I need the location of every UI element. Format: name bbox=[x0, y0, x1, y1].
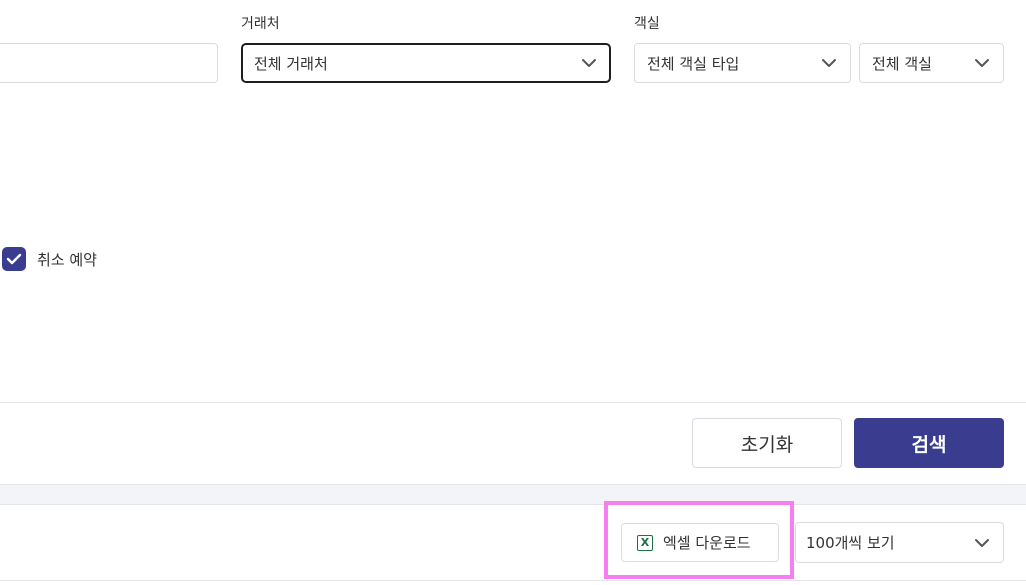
cancel-reservation-checkbox[interactable] bbox=[2, 247, 26, 271]
search-button[interactable]: 검색 bbox=[854, 418, 1004, 468]
chevron-down-icon bbox=[973, 54, 991, 72]
page-size-value: 100개씩 보기 bbox=[806, 534, 895, 552]
left-text-input[interactable] bbox=[0, 43, 218, 83]
partner-select[interactable]: 전체 거래처 bbox=[241, 43, 611, 83]
partner-select-value: 전체 거래처 bbox=[254, 54, 328, 73]
bottom-divider bbox=[0, 580, 1026, 581]
room-select[interactable]: 전체 객실 bbox=[859, 43, 1004, 83]
section-separator-band bbox=[0, 484, 1026, 505]
chevron-down-icon bbox=[973, 534, 991, 552]
room-type-select[interactable]: 전체 객실 타입 bbox=[634, 43, 851, 83]
reset-button[interactable]: 초기화 bbox=[692, 418, 842, 468]
check-icon bbox=[6, 253, 22, 265]
chevron-down-icon bbox=[580, 54, 598, 72]
cancel-reservation-label: 취소 예약 bbox=[37, 251, 97, 269]
section-divider bbox=[0, 402, 1026, 403]
room-label: 객실 bbox=[634, 16, 660, 32]
room-select-value: 전체 객실 bbox=[872, 54, 932, 73]
partner-label: 거래처 bbox=[241, 16, 280, 32]
page-size-select[interactable]: 100개씩 보기 bbox=[795, 522, 1004, 563]
room-type-select-value: 전체 객실 타입 bbox=[647, 54, 740, 73]
chevron-down-icon bbox=[820, 54, 838, 72]
highlight-box bbox=[604, 501, 794, 579]
